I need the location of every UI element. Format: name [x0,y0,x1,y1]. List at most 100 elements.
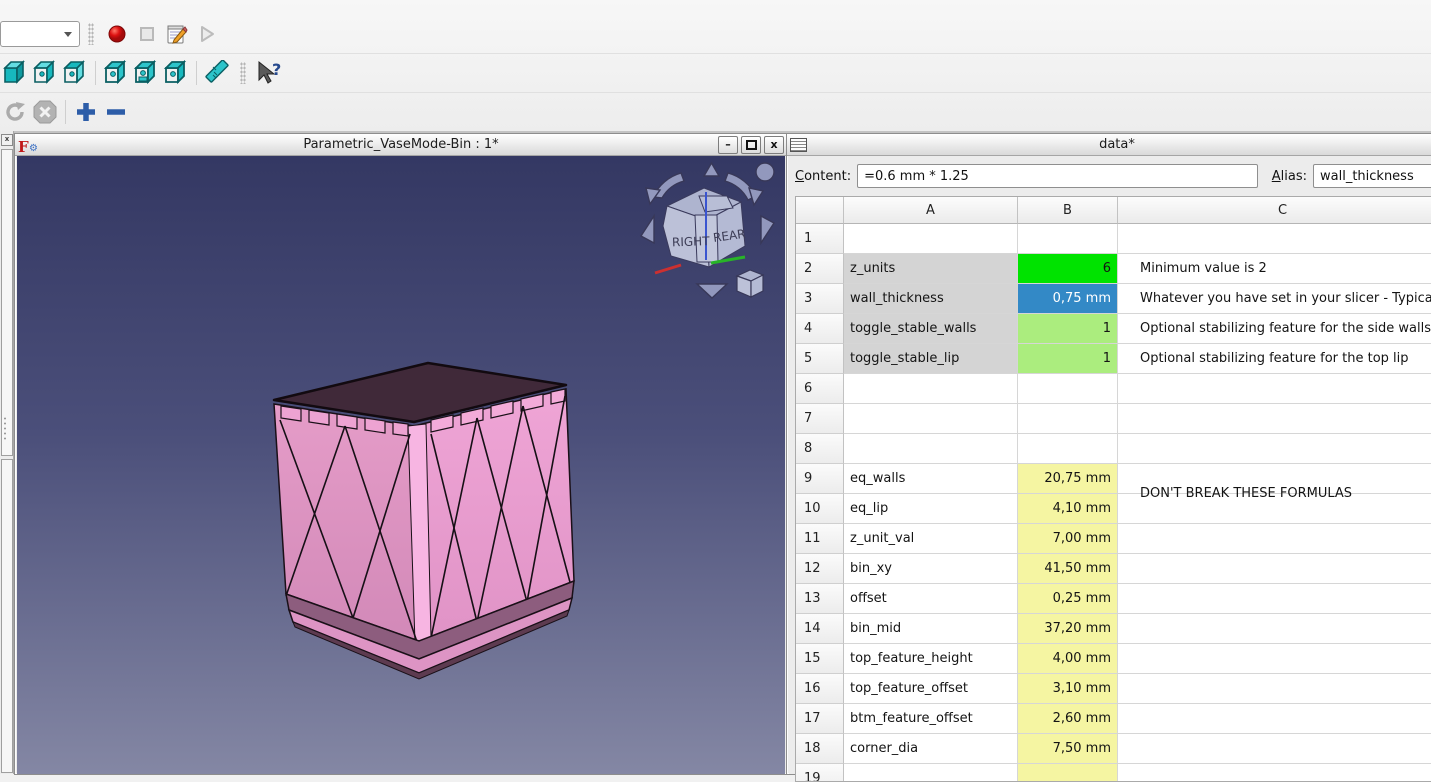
toolbar-handle[interactable] [88,23,94,45]
cell-note[interactable] [1118,524,1431,554]
cell-note[interactable] [1118,674,1431,704]
close-icon[interactable]: x [1,134,13,146]
alias-input[interactable] [1313,164,1431,188]
close-button[interactable]: x [764,136,784,154]
spreadsheet-titlebar[interactable]: data* [787,134,1431,156]
cell-note[interactable] [1118,554,1431,584]
cell-value[interactable]: 0,25 mm [1018,584,1118,614]
cell-value[interactable]: 7,00 mm [1018,524,1118,554]
cell-label[interactable]: eq_walls [844,464,1018,494]
view-rear-button[interactable] [101,58,131,88]
dock-section[interactable] [1,459,13,773]
cell-label[interactable]: eq_lip [844,494,1018,524]
cell-label[interactable]: toggle_stable_lip [844,344,1018,374]
row-number-cell[interactable]: 4 [796,314,844,344]
cell-value[interactable]: 4,10 mm [1018,494,1118,524]
cell-note[interactable]: Optional stabilizing feature for the sid… [1118,314,1431,344]
cell-label[interactable]: corner_dia [844,734,1018,764]
row-number-cell[interactable]: 16 [796,674,844,704]
refresh-button[interactable] [0,97,30,127]
navcube-right-label[interactable]: RIGHT [672,234,711,249]
view-top-button[interactable] [30,58,60,88]
cell-label[interactable]: wall_thickness [844,284,1018,314]
edit-macro-button[interactable] [162,19,192,49]
cell-note[interactable] [1118,614,1431,644]
record-macro-button[interactable] [102,19,132,49]
cell-note[interactable] [1118,404,1431,434]
row-number-cell[interactable]: 19 [796,764,844,782]
execute-macro-button[interactable] [192,19,222,49]
cancel-button[interactable] [30,97,60,127]
cell-note[interactable] [1118,584,1431,614]
row-number-cell[interactable]: 17 [796,704,844,734]
cell-value[interactable]: 41,50 mm [1018,554,1118,584]
cell-label[interactable]: z_unit_val [844,524,1018,554]
cell-note[interactable]: Optional stabilizing feature for the top… [1118,344,1431,374]
row-number-cell[interactable]: 2 [796,254,844,284]
view-front-button[interactable] [0,58,30,88]
row-number-cell[interactable]: 3 [796,284,844,314]
cell-label[interactable] [844,764,1018,782]
cell-label[interactable]: top_feature_height [844,644,1018,674]
cell-value[interactable]: 37,20 mm [1018,614,1118,644]
cell-value[interactable] [1018,224,1118,254]
cell-value[interactable] [1018,374,1118,404]
cell-label[interactable] [844,404,1018,434]
stop-macro-button[interactable] [132,19,162,49]
row-number-cell[interactable]: 9 [796,464,844,494]
cell-note[interactable]: Minimum value is 2 [1118,254,1431,284]
cell-note[interactable] [1118,764,1431,782]
viewport-3d[interactable]: RIGHT REAR [17,156,785,774]
column-header-a[interactable]: A [844,197,1018,224]
cell-note[interactable] [1118,374,1431,404]
cell-label[interactable]: z_units [844,254,1018,284]
cell-note[interactable]: DON'T BREAK THESE FORMULAS [1118,464,1431,494]
cell-value[interactable]: 6 [1018,254,1118,284]
cell-value[interactable] [1018,764,1118,782]
cell-value[interactable]: 4,00 mm [1018,644,1118,674]
macro-combobox[interactable] [0,21,80,47]
cell-value[interactable]: 2,60 mm [1018,704,1118,734]
view-bottom-button[interactable] [131,58,161,88]
cell-label[interactable]: offset [844,584,1018,614]
cell-value[interactable]: 20,75 mm [1018,464,1118,494]
row-number-cell[interactable]: 6 [796,374,844,404]
content-input[interactable] [857,164,1258,188]
row-number-cell[interactable]: 10 [796,494,844,524]
3d-model[interactable] [245,346,605,681]
row-number-cell[interactable]: 11 [796,524,844,554]
cell-note[interactable] [1118,434,1431,464]
row-number-cell[interactable]: 12 [796,554,844,584]
cell-note[interactable] [1118,704,1431,734]
row-number-cell[interactable]: 15 [796,644,844,674]
cell-value[interactable]: 1 [1018,344,1118,374]
column-header-b[interactable]: B [1018,197,1118,224]
row-number-cell[interactable]: 7 [796,404,844,434]
cell-value[interactable] [1018,434,1118,464]
cell-note[interactable] [1118,734,1431,764]
insert-button[interactable] [71,97,101,127]
row-number-cell[interactable]: 14 [796,614,844,644]
collapsed-dock-panel[interactable]: x [0,131,14,774]
cell-value[interactable]: 7,50 mm [1018,734,1118,764]
whats-this-button[interactable]: ? [254,58,284,88]
remove-button[interactable] [101,97,131,127]
cell-label[interactable]: btm_feature_offset [844,704,1018,734]
row-number-cell[interactable]: 8 [796,434,844,464]
row-number-cell[interactable]: 18 [796,734,844,764]
cell-label[interactable]: toggle_stable_walls [844,314,1018,344]
toolbar-handle[interactable] [240,62,246,84]
cell-label[interactable] [844,434,1018,464]
view-right-button[interactable] [60,58,90,88]
view3d-titlebar[interactable]: F⚙ Parametric_VaseMode-Bin : 1* – x [15,134,787,156]
cell-value[interactable]: 3,10 mm [1018,674,1118,704]
corner-header-cell[interactable] [796,197,844,224]
row-number-cell[interactable]: 5 [796,344,844,374]
cell-label[interactable] [844,374,1018,404]
cell-value[interactable]: 1 [1018,314,1118,344]
navigation-cube[interactable]: RIGHT REAR [633,160,783,302]
dock-section[interactable] [1,149,13,456]
cell-note[interactable] [1118,644,1431,674]
maximize-button[interactable] [741,136,761,154]
column-header-c[interactable]: C [1118,197,1431,224]
